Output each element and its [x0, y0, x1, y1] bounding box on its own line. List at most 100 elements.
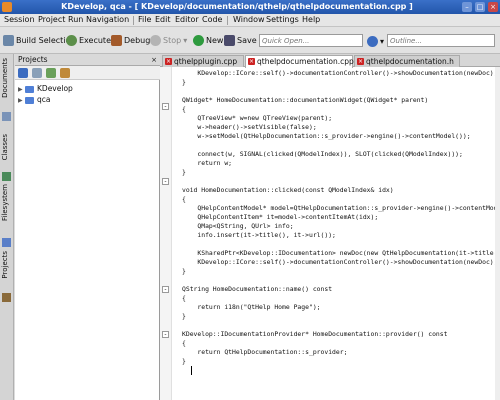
tab-qthelpdocumentation-h[interactable]: × qthelpdocumentation.h	[354, 55, 460, 67]
debug-button[interactable]: Debug	[111, 33, 150, 48]
link-icon[interactable]	[32, 68, 42, 78]
code-line: QTreeView* w=new QTreeView(parent);	[182, 114, 333, 122]
menu-window[interactable]: Window	[233, 15, 265, 24]
menu-project[interactable]: Project	[38, 15, 65, 24]
quick-open-input[interactable]	[259, 34, 363, 47]
stop-button[interactable]: Stop ▾	[150, 33, 187, 48]
sidebar-tab-projects[interactable]: Projects	[1, 251, 13, 303]
sidebar-tab-filesystem[interactable]: Filesystem	[1, 184, 13, 248]
maximize-button[interactable]: □	[475, 2, 485, 12]
chevron-down-icon[interactable]: ▾	[183, 36, 187, 45]
menu-edit[interactable]: Edit	[155, 15, 171, 24]
projects-panel-toolbar	[15, 66, 160, 80]
text-cursor	[191, 366, 192, 375]
code-line: return w;	[182, 159, 233, 167]
save-icon	[224, 35, 235, 46]
close-icon[interactable]: ×	[357, 58, 364, 65]
fold-marker-icon[interactable]: -	[162, 103, 169, 110]
plus-icon	[193, 35, 204, 46]
outline-input[interactable]	[387, 34, 495, 47]
window-title-bar: KDevelop, qca - [ KDevelop/documentation…	[0, 0, 500, 14]
fold-marker-icon[interactable]: -	[162, 286, 169, 293]
close-icon[interactable]: ×	[248, 58, 255, 65]
expand-arrow-icon[interactable]: ▶	[18, 85, 25, 95]
fold-marker-icon[interactable]: -	[162, 331, 169, 338]
navigate-button[interactable]: ▾	[367, 34, 384, 49]
menu-editor[interactable]: Editor	[175, 15, 199, 24]
code-line: }	[182, 78, 186, 86]
configure-icon[interactable]	[46, 68, 56, 78]
tab-qthelpplugin[interactable]: × qthelpplugin.cpp	[162, 55, 244, 67]
fold-marker-icon[interactable]: -	[162, 178, 169, 185]
menu-code[interactable]: Code	[202, 15, 222, 24]
code-line: KDevelop::ICore::self()->documentationCo…	[182, 69, 496, 77]
code-line: {	[182, 105, 186, 113]
code-line: {	[182, 294, 186, 302]
code-line: void HomeDocumentation::clicked(const QM…	[182, 186, 394, 194]
gear-icon	[66, 35, 77, 46]
close-icon[interactable]: ×	[150, 56, 158, 64]
window-title: KDevelop, qca - [ KDevelop/documentation…	[61, 2, 413, 11]
code-line: }	[182, 312, 186, 320]
menu-run[interactable]: Run	[68, 15, 83, 24]
build-selection-button[interactable]: Build Selection	[3, 33, 76, 48]
code-line: return i18n("QtHelp Home Page");	[182, 303, 321, 311]
navigation-arrow-icon	[367, 36, 378, 47]
new-button[interactable]: New	[193, 33, 223, 48]
sidebar-tab-documents[interactable]: Documents	[1, 58, 13, 122]
menu-navigation[interactable]: Navigation	[86, 15, 129, 24]
tree-item-kdevelop[interactable]: ▶ KDevelop	[18, 84, 73, 94]
folder-icon	[25, 96, 34, 104]
code-line: return QtHelpDocumentation::s_provider;	[182, 348, 348, 356]
menu-help[interactable]: Help	[302, 15, 320, 24]
close-icon[interactable]: ×	[165, 58, 172, 65]
code-line: KSharedPtr<KDevelop::IDocumentation> new…	[197, 249, 496, 257]
code-line: KDevelop::IDocumentationProvider* HomeDo…	[182, 330, 448, 338]
code-line: QWidget* HomeDocumentation::documentatio…	[182, 96, 429, 104]
menu-session[interactable]: Session	[4, 15, 35, 24]
menu-separator	[227, 16, 228, 25]
sidebar-tab-classes[interactable]: Classes	[1, 126, 13, 182]
tree-item-qca[interactable]: ▶ qca	[18, 95, 50, 105]
menu-separator	[133, 16, 134, 25]
folder-icon	[25, 85, 34, 93]
expand-arrow-icon[interactable]: ▶	[18, 96, 25, 106]
left-tool-strip: Documents Classes Filesystem Projects	[0, 54, 14, 400]
minimize-button[interactable]: –	[462, 2, 472, 12]
menu-file[interactable]: File	[138, 15, 151, 24]
projects-icon	[2, 293, 11, 302]
execute-button[interactable]: Execute	[66, 33, 111, 48]
editor-tab-bar: × qthelpplugin.cpp × qthelpdocumentation.c…	[160, 54, 500, 68]
sync-icon[interactable]	[18, 68, 28, 78]
code-line: info.insert(it->title(), it->url());	[182, 231, 336, 239]
editor-scrollbar[interactable]	[495, 67, 500, 400]
main-toolbar: Build Selection Execute Debug Stop ▾ New …	[0, 27, 500, 54]
menu-settings[interactable]: Settings	[266, 15, 299, 24]
code-line: }	[182, 357, 186, 365]
folder-icon	[2, 238, 11, 247]
code-line: }	[182, 267, 186, 275]
code-editor: × qthelpplugin.cpp × qthelpdocumentation.c…	[160, 54, 500, 400]
menu-bar: Session Project Run Navigation File Edit…	[0, 14, 500, 27]
panel-title: Projects	[18, 55, 48, 64]
editor-gutter: - - - -	[160, 67, 172, 400]
debug-icon	[111, 35, 122, 46]
save-button[interactable]: Save	[224, 33, 257, 48]
code-line: QHelpContentItem* it=model->contentItemA…	[182, 213, 379, 221]
kdevelop-app-icon[interactable]	[2, 2, 12, 12]
filter-icon[interactable]	[60, 68, 70, 78]
code-line: connect(w, SIGNAL(clicked(QModelIndex)),…	[182, 150, 463, 158]
code-line: w->setModel(QtHelpDocumentation::s_provi…	[182, 132, 471, 140]
code-line: QMap<QString, QUrl> info;	[182, 222, 294, 230]
classes-icon	[2, 172, 11, 181]
code-line: QHelpContentModel* model=QtHelpDocumenta…	[182, 204, 496, 212]
code-line: {	[182, 195, 186, 203]
code-line: QString HomeDocumentation::name() const	[182, 285, 333, 293]
chevron-down-icon: ▾	[380, 37, 385, 46]
documents-icon	[2, 112, 11, 121]
code-line: {	[182, 339, 186, 347]
code-line: w->header()->setVisible(false);	[182, 123, 317, 131]
build-icon	[3, 35, 14, 46]
code-area[interactable]: KDevelop::ICore::self()->documentationCo…	[174, 67, 496, 400]
close-window-button[interactable]: ×	[488, 2, 498, 12]
